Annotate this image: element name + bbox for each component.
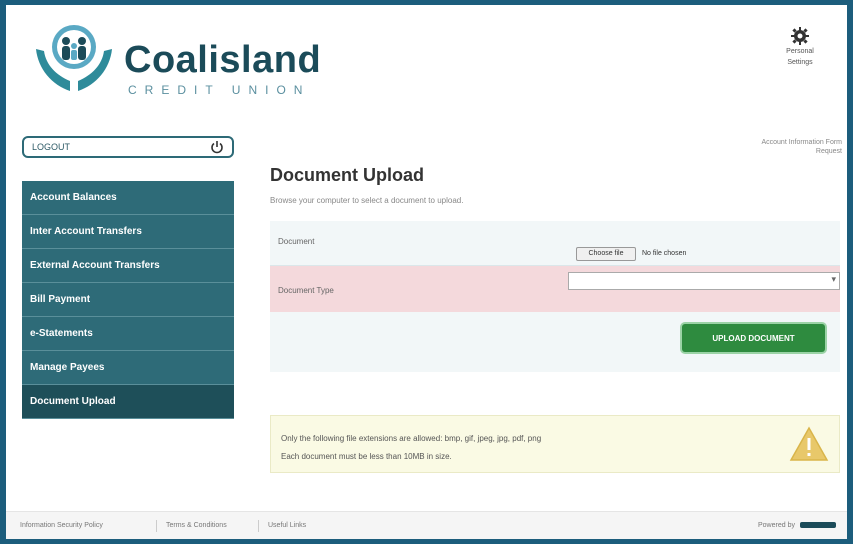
- warning-icon: [789, 426, 829, 461]
- personal-settings-button[interactable]: Personal Settings: [772, 27, 828, 67]
- form-actions: UPLOAD DOCUMENT: [270, 312, 840, 372]
- powered-by-text: Powered by: [758, 522, 795, 529]
- sidebar-item-manage-payees[interactable]: Manage Payees: [22, 351, 234, 385]
- powered-by-logo-icon: [799, 522, 836, 529]
- footer-link-terms[interactable]: Terms & Conditions: [166, 522, 227, 529]
- gear-icon: [791, 27, 809, 45]
- sidebar-nav: Account Balances Inter Account Transfers…: [22, 181, 234, 419]
- page-subtitle: Browse your computer to select a documen…: [270, 196, 464, 205]
- upload-notice: Only the following file extensions are a…: [270, 415, 840, 473]
- sidebar-item-external-account-transfers[interactable]: External Account Transfers: [22, 249, 234, 283]
- top-link-line1: Account Information Form: [761, 139, 842, 146]
- sidebar-item-account-balances[interactable]: Account Balances: [22, 181, 234, 215]
- sidebar-item-bill-payment[interactable]: Bill Payment: [22, 283, 234, 317]
- footer-divider: [258, 520, 259, 532]
- footer: Information Security Policy Terms & Cond…: [6, 511, 847, 539]
- upload-form: Document Choose file No file chosen Docu…: [270, 221, 840, 372]
- footer-divider: [156, 520, 157, 532]
- settings-label-line2: Settings: [787, 59, 813, 66]
- file-status: No file chosen: [642, 250, 687, 257]
- brand-name: Coalisland: [124, 39, 322, 81]
- document-row: Document Choose file No file chosen: [270, 221, 840, 266]
- powered-by-label: Powered by: [758, 522, 836, 529]
- allowed-extensions-text: Only the following file extensions are a…: [281, 434, 542, 443]
- document-type-select[interactable]: ▾: [568, 272, 840, 290]
- logout-label: LOGOUT: [32, 142, 71, 152]
- hands-family-logo-icon: [36, 25, 112, 91]
- account-information-form-link[interactable]: Account Information Form Request: [702, 138, 842, 156]
- sidebar-item-document-upload[interactable]: Document Upload: [22, 385, 234, 419]
- document-type-row: Document Type ▾: [270, 266, 840, 312]
- coalisland-logo[interactable]: Coalisland CREDIT UNION: [30, 19, 330, 99]
- chevron-down-icon: ▾: [831, 274, 836, 284]
- page-frame: Coalisland CREDIT UNION Personal Setting…: [6, 5, 847, 539]
- document-label: Document: [278, 237, 315, 246]
- settings-label-line1: Personal: [786, 48, 814, 55]
- logout-button[interactable]: LOGOUT: [22, 136, 234, 158]
- footer-link-security-policy[interactable]: Information Security Policy: [20, 522, 103, 529]
- page-title: Document Upload: [270, 165, 425, 185]
- choose-file-button[interactable]: Choose file: [576, 247, 636, 261]
- max-size-text: Each document must be less than 10MB in …: [281, 452, 452, 461]
- sidebar-item-inter-account-transfers[interactable]: Inter Account Transfers: [22, 215, 234, 249]
- top-link-line2: Request: [815, 148, 842, 155]
- sidebar-item-e-statements[interactable]: e-Statements: [22, 317, 234, 351]
- upload-document-button[interactable]: UPLOAD DOCUMENT: [682, 324, 825, 352]
- document-type-label: Document Type: [278, 286, 334, 295]
- footer-link-useful-links[interactable]: Useful Links: [268, 522, 306, 529]
- power-icon: [211, 141, 223, 154]
- brand-subtitle: CREDIT UNION: [128, 83, 311, 97]
